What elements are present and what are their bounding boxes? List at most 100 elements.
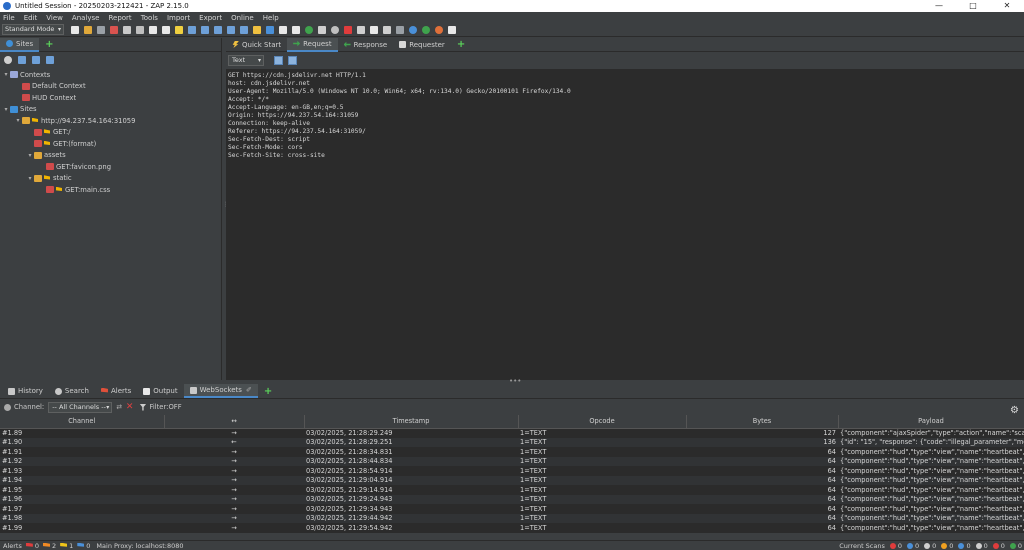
add-tab-button[interactable]: + — [457, 39, 465, 50]
layout-vertical-icon[interactable] — [213, 25, 222, 34]
tab-sites[interactable]: Sites — [0, 37, 40, 52]
tree-node[interactable]: GET:main.css — [0, 184, 221, 196]
firefox-icon[interactable] — [434, 25, 443, 34]
tab-search[interactable]: Search — [49, 384, 95, 398]
step-icon[interactable] — [317, 25, 326, 34]
add-tab-button[interactable]: + — [45, 39, 53, 50]
column-header-channel[interactable]: Channel — [0, 415, 165, 429]
snapshot-session-icon[interactable] — [109, 25, 118, 34]
menu-help[interactable]: Help — [263, 14, 279, 22]
split-view-icon[interactable] — [274, 56, 283, 65]
table-row[interactable]: #1.93 → 03/02/2025, 21:28:54.914 1=TEXT 64 {"… — [0, 466, 1024, 476]
layout-full-icon[interactable] — [187, 25, 196, 34]
table-row[interactable]: #1.94 → 03/02/2025, 21:29:04.914 1=TEXT 64 {"… — [0, 475, 1024, 485]
lightning-icon[interactable] — [252, 25, 261, 34]
filter-status[interactable]: Filter:OFF — [149, 403, 181, 411]
maximize-button[interactable]: □ — [956, 0, 990, 12]
show-tabs-icon[interactable] — [174, 25, 183, 34]
record-icon[interactable] — [4, 403, 11, 411]
request-text-area[interactable]: GET https://cdn.jsdelivr.net HTTP/1.1 hos… — [226, 69, 1024, 380]
import-context-icon[interactable] — [32, 56, 40, 64]
menu-export[interactable]: Export — [199, 14, 222, 22]
layout-tabs-icon[interactable] — [239, 25, 248, 34]
tree-node[interactable]: ▾ static — [0, 173, 221, 185]
menu-analyse[interactable]: Analyse — [72, 14, 100, 22]
new-context-icon[interactable] — [18, 56, 26, 64]
tree-node[interactable]: ▾ assets — [0, 150, 221, 162]
expand-toggle-icon[interactable]: ▾ — [14, 117, 22, 124]
tree-node[interactable]: HUD Context — [0, 92, 221, 104]
column-header-direction[interactable]: ↔ — [164, 415, 305, 429]
tab-quick-start[interactable]: Quick Start — [226, 38, 287, 52]
minimize-button[interactable]: — — [922, 0, 956, 12]
table-row[interactable]: #1.97 → 03/02/2025, 21:29:34.943 1=TEXT 64 {"… — [0, 504, 1024, 514]
tab-response[interactable]: Response — [338, 38, 394, 52]
options-gear-icon[interactable] — [135, 25, 144, 34]
message-icon[interactable] — [356, 25, 365, 34]
tree-node[interactable]: GET:/ — [0, 127, 221, 139]
menu-view[interactable]: View — [46, 14, 63, 22]
table-row[interactable]: #1.89 → 03/02/2025, 21:28:29.249 1=TEXT 127{… — [0, 428, 1024, 438]
open-session-icon[interactable] — [83, 25, 92, 34]
spider-icon[interactable] — [265, 25, 274, 34]
table-row[interactable]: #1.92 → 03/02/2025, 21:28:44.834 1=TEXT 64 {"… — [0, 456, 1024, 466]
drop-x-icon[interactable] — [343, 25, 352, 34]
table-row[interactable]: #1.99 → 03/02/2025, 21:29:54.942 1=TEXT 64 {"… — [0, 523, 1024, 533]
help-icon[interactable] — [408, 25, 417, 34]
column-header-bytes[interactable]: Bytes — [686, 415, 839, 429]
tab-history[interactable]: History — [2, 384, 49, 398]
table-row[interactable]: #1.98 → 03/02/2025, 21:29:44.942 1=TEXT 64 {"… — [0, 513, 1024, 523]
pin-icon[interactable]: ✐ — [246, 386, 252, 394]
column-header-timestamp[interactable]: Timestamp — [304, 415, 519, 429]
tree-node[interactable]: GET:favicon.png — [0, 161, 221, 173]
menu-report[interactable]: Report — [108, 14, 131, 22]
tab-alerts[interactable]: Alerts — [95, 384, 137, 398]
menu-file[interactable]: File — [3, 14, 15, 22]
expand-toggle-icon[interactable]: ▾ — [26, 152, 34, 159]
tree-node[interactable]: ▾ http://94.237.54.164:31059 — [0, 115, 221, 127]
menu-tools[interactable]: Tools — [141, 14, 158, 22]
tree-node[interactable]: Default Context — [0, 81, 221, 93]
stop-icon[interactable] — [330, 25, 339, 34]
breakpoints-icon[interactable] — [369, 25, 378, 34]
session-properties-icon[interactable] — [122, 25, 131, 34]
swap-arrows-icon[interactable]: ⇄ — [116, 403, 122, 411]
mode-select[interactable]: Standard Mode ▾ — [2, 24, 64, 35]
table-row[interactable]: #1.91 → 03/02/2025, 21:28:34.831 1=TEXT 64 {"… — [0, 447, 1024, 457]
scope-target-icon[interactable] — [4, 56, 12, 64]
column-header-payload[interactable]: Payload — [838, 415, 1024, 429]
table-row[interactable]: #1.90 ← 03/02/2025, 21:28:29.251 1=TEXT 136{… — [0, 437, 1024, 447]
menu-import[interactable]: Import — [167, 14, 190, 22]
filter-funnel-icon[interactable] — [139, 403, 147, 411]
tab-layout-icon[interactable] — [161, 25, 170, 34]
lightbulb-icon[interactable] — [291, 25, 300, 34]
table-row[interactable]: #1.96 → 03/02/2025, 21:29:24.943 1=TEXT 64 {"… — [0, 494, 1024, 504]
column-header-opcode[interactable]: Opcode — [518, 415, 687, 429]
combined-view-icon[interactable] — [288, 56, 297, 65]
gear-icon[interactable]: ⚙ — [1010, 405, 1019, 416]
close-button[interactable]: ✕ — [990, 0, 1024, 12]
layout-split-icon[interactable] — [200, 25, 209, 34]
notes-icon[interactable] — [447, 25, 456, 34]
channel-select[interactable]: -- All Channels -- ▾ — [48, 401, 113, 413]
expand-toggle-icon[interactable]: ▾ — [2, 71, 10, 78]
export-icon[interactable] — [148, 25, 157, 34]
clear-x-icon[interactable]: ✕ — [126, 402, 134, 412]
chrome-icon[interactable] — [421, 25, 430, 34]
tab-websockets[interactable]: WebSockets ✐ — [183, 384, 258, 398]
tab-requester[interactable]: Requester — [393, 38, 451, 52]
tree-node[interactable]: GET:(format) — [0, 138, 221, 150]
table-row[interactable]: #1.95 → 03/02/2025, 21:29:14.914 1=TEXT 64 {"… — [0, 485, 1024, 495]
expand-toggle-icon[interactable]: ▾ — [2, 106, 10, 113]
export-context-icon[interactable] — [46, 56, 54, 64]
break-green-icon[interactable] — [304, 25, 313, 34]
new-session-icon[interactable] — [70, 25, 79, 34]
tab-output[interactable]: Output — [137, 384, 183, 398]
console-icon[interactable] — [395, 25, 404, 34]
view-mode-select[interactable]: Text ▾ — [228, 55, 264, 66]
menu-edit[interactable]: Edit — [24, 14, 38, 22]
menu-online[interactable]: Online — [231, 14, 254, 22]
expand-toggle-icon[interactable]: ▾ — [26, 175, 34, 182]
scan-icon[interactable] — [278, 25, 287, 34]
tree-node[interactable]: ▾ Sites — [0, 104, 221, 116]
